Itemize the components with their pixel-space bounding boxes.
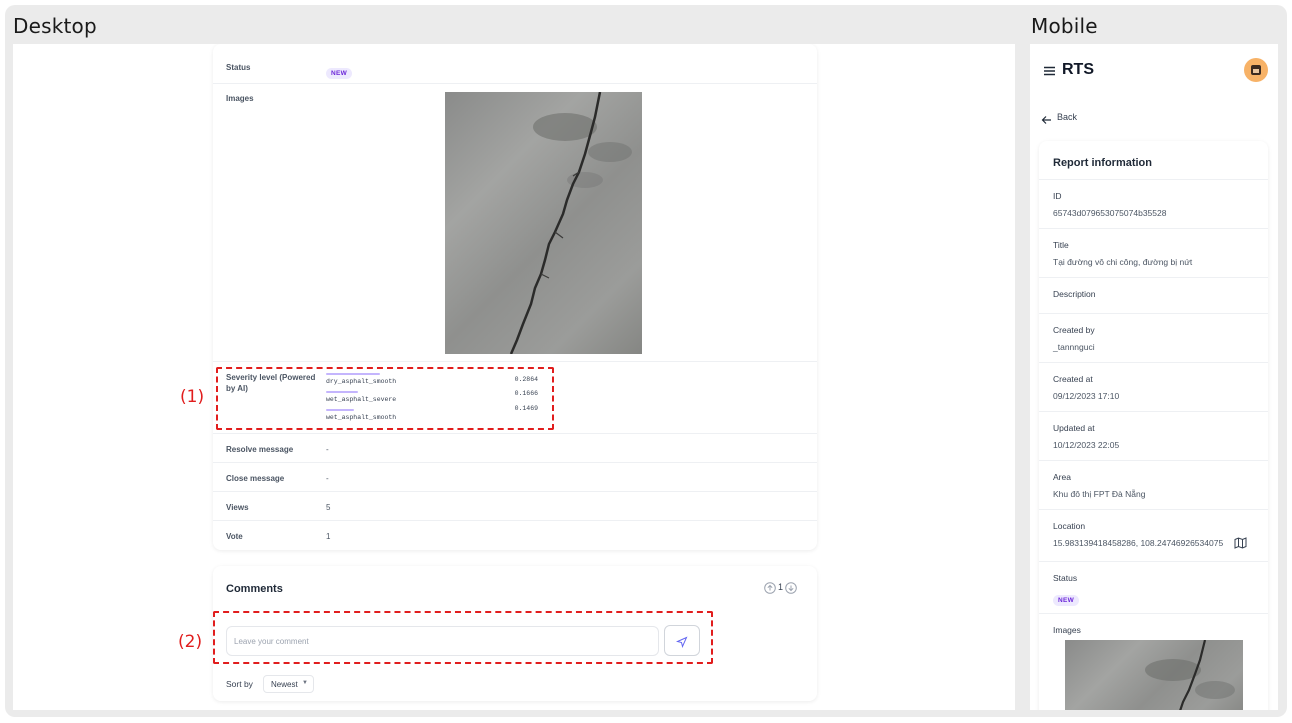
- menu-icon[interactable]: [1043, 64, 1056, 76]
- desktop-screen: Status NEW Images Severity level (Powere…: [13, 44, 1015, 710]
- sort-select-value: Newest: [271, 680, 298, 689]
- images-label: Images: [226, 94, 254, 103]
- upvote-icon[interactable]: [764, 581, 776, 594]
- back-label: Back: [1057, 112, 1078, 122]
- resolve-message-row: Resolve message -: [213, 434, 817, 463]
- status-badge-mobile: NEW: [1053, 589, 1080, 607]
- desktop-panel-title: Desktop: [13, 14, 97, 38]
- location-value: 15.983139418458286, 108.24746926534075: [1053, 538, 1224, 548]
- comments-title: Comments: [226, 583, 283, 595]
- vote-label: Vote: [226, 532, 243, 541]
- close-message-value: -: [326, 474, 329, 483]
- resolve-message-label: Resolve message: [226, 445, 294, 454]
- description-row: Description: [1039, 277, 1268, 313]
- area-row: Area Khu đô thị FPT Đà Nẵng: [1039, 460, 1268, 509]
- images-row-mobile: Images: [1039, 613, 1268, 710]
- report-information-title: Report information: [1053, 157, 1152, 169]
- arrow-left-icon: [1041, 112, 1052, 124]
- location-row: Location 15.983139418458286, 108.2474692…: [1039, 509, 1268, 561]
- status-label: Status: [226, 63, 251, 72]
- downvote-icon[interactable]: [785, 581, 797, 594]
- updated-at-value: 10/12/2023 22:05: [1053, 440, 1120, 450]
- close-message-row: Close message -: [213, 463, 817, 492]
- images-row: Images: [213, 84, 817, 362]
- created-by-row: Created by _tannnguci: [1039, 313, 1268, 362]
- status-row-mobile: Status NEW: [1039, 561, 1268, 613]
- title-value: Tại đường vô chi công, đường bị nứt: [1053, 257, 1193, 267]
- annotation-label-2: (2): [178, 632, 203, 652]
- annotation-box-2: [213, 611, 713, 664]
- chevron-down-icon: ▼: [302, 680, 308, 686]
- vote-value: 1: [326, 532, 331, 541]
- created-at-row: Created at 09/12/2023 17:10: [1039, 362, 1268, 411]
- created-at-label: Created at: [1053, 374, 1093, 384]
- avatar[interactable]: [1244, 58, 1268, 82]
- id-row: ID 65743d079653075074b35528: [1039, 179, 1268, 228]
- crack-illustration-mobile: [1145, 640, 1235, 710]
- annotation-box-1: [216, 367, 554, 430]
- status-badge: NEW: [326, 62, 353, 80]
- back-button[interactable]: Back: [1041, 112, 1078, 124]
- resolve-message-value: -: [326, 445, 329, 454]
- title-row: Title Tại đường vô chi công, đường bị nứ…: [1039, 228, 1268, 277]
- sort-select[interactable]: Newest ▼: [263, 675, 314, 693]
- updated-at-label: Updated at: [1053, 423, 1095, 433]
- created-by-label: Created by: [1053, 325, 1095, 335]
- mobile-screen: RTS Back Report information ID 65743d079…: [1030, 44, 1278, 710]
- status-row: Status NEW: [213, 44, 817, 84]
- views-label: Views: [226, 503, 249, 512]
- user-avatar-icon: [1251, 65, 1261, 75]
- images-label-mobile: Images: [1053, 625, 1081, 635]
- report-image[interactable]: [445, 92, 642, 354]
- comment-vote-count: 1: [778, 582, 784, 592]
- created-at-value: 09/12/2023 17:10: [1053, 391, 1120, 401]
- title-label: Title: [1053, 240, 1069, 250]
- description-label: Description: [1053, 289, 1096, 299]
- views-value: 5: [326, 503, 331, 512]
- id-label: ID: [1053, 191, 1062, 201]
- updated-at-row: Updated at 10/12/2023 22:05: [1039, 411, 1268, 460]
- comment-vote-control: 1: [764, 581, 797, 594]
- app-title: RTS: [1062, 61, 1094, 78]
- report-image-mobile[interactable]: [1065, 640, 1243, 710]
- area-value: Khu đô thị FPT Đà Nẵng: [1053, 489, 1146, 499]
- created-by-value: _tannnguci: [1053, 342, 1095, 352]
- report-information-card: Report information ID 65743d079653075074…: [1039, 141, 1268, 710]
- report-detail-card: Status NEW Images Severity level (Powere…: [213, 44, 817, 550]
- sort-by-label: Sort by: [226, 679, 253, 689]
- area-label: Area: [1053, 472, 1071, 482]
- map-icon[interactable]: [1234, 536, 1247, 549]
- annotation-label-1: (1): [180, 387, 205, 407]
- id-value: 65743d079653075074b35528: [1053, 208, 1167, 218]
- mobile-panel-title: Mobile: [1031, 14, 1098, 38]
- views-row: Views 5: [213, 492, 817, 521]
- location-label: Location: [1053, 521, 1086, 531]
- crack-illustration: [509, 92, 632, 354]
- vote-row: Vote 1: [213, 521, 817, 550]
- mobile-header: RTS: [1043, 61, 1094, 79]
- status-label-mobile: Status: [1053, 573, 1078, 583]
- close-message-label: Close message: [226, 474, 285, 483]
